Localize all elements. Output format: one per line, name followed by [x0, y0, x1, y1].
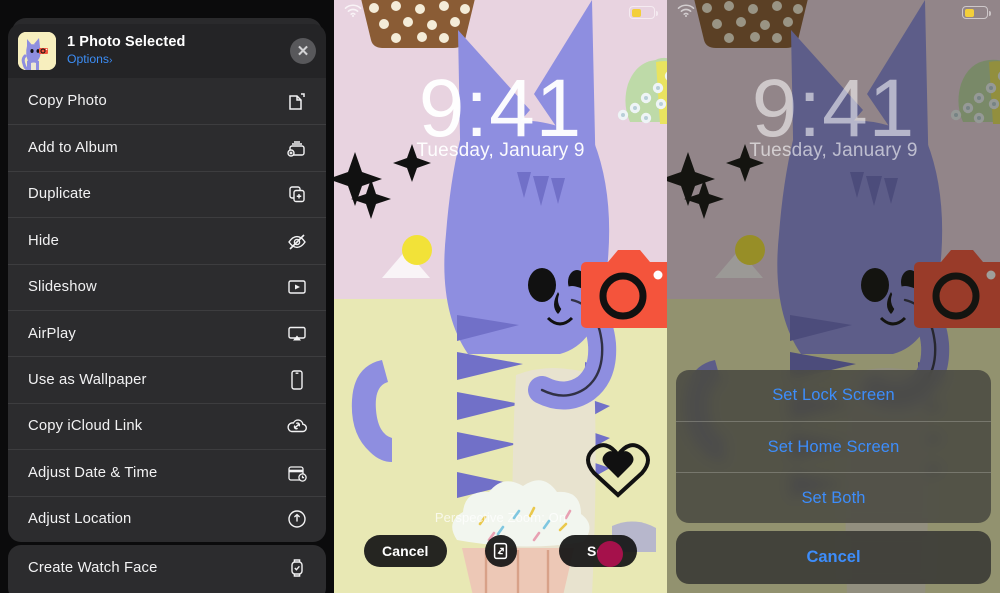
- action-set-both[interactable]: Set Both: [676, 472, 991, 523]
- wifi-icon: [344, 4, 362, 22]
- action-sheet-options: Set Lock Screen Set Home Screen Set Both: [676, 370, 991, 523]
- share-menu-group-primary: Copy Photo Add to Album Duplicate Hide S…: [8, 78, 326, 542]
- menu-item-airplay[interactable]: AirPlay: [8, 309, 326, 356]
- calendar-clock-icon: [284, 460, 310, 486]
- share-menu-group-secondary: Create Watch Face: [8, 545, 326, 593]
- location-info-icon: [284, 506, 310, 532]
- slideshow-play-icon: [284, 274, 310, 300]
- menu-item-duplicate[interactable]: Duplicate: [8, 170, 326, 217]
- add-to-album-icon: [284, 135, 310, 161]
- menu-item-use-as-wallpaper[interactable]: Use as Wallpaper: [8, 356, 326, 402]
- share-sheet-header: 1 Photo Selected Options› ✕: [8, 24, 326, 78]
- action-set-home-screen[interactable]: Set Home Screen: [676, 421, 991, 472]
- wallpaper-controls: Cancel Set: [334, 535, 667, 567]
- share-sheet-panel: 1 Photo Selected Options› ✕ Copy Photo A: [0, 0, 334, 593]
- chevron-right-icon: ›: [109, 54, 113, 66]
- menu-item-adjust-location[interactable]: Adjust Location: [8, 495, 326, 542]
- status-bar: [667, 0, 1000, 26]
- menu-item-label: AirPlay: [28, 325, 76, 342]
- menu-item-hide[interactable]: Hide: [8, 217, 326, 263]
- lockscreen-clock: 9:41: [751, 63, 916, 154]
- lockscreen-clock: 9:41: [418, 63, 583, 154]
- menu-item-label: Copy iCloud Link: [28, 418, 143, 435]
- menu-item-adjust-date-time[interactable]: Adjust Date & Time: [8, 449, 326, 495]
- menu-item-copy-icloud-link[interactable]: Copy iCloud Link: [8, 402, 326, 449]
- battery-low-power-icon: [629, 6, 658, 19]
- close-icon: ✕: [296, 42, 310, 60]
- lockscreen-date: Tuesday, January 9: [749, 140, 918, 161]
- close-button[interactable]: ✕: [290, 38, 316, 64]
- share-sheet-header-text: 1 Photo Selected Options›: [67, 34, 185, 68]
- wallpaper-canvas: 9:41 Tuesday, January 9 Perspective Zoom…: [334, 0, 667, 593]
- home-indicator-dot: [597, 541, 623, 567]
- selection-count-label: 1 Photo Selected: [67, 34, 186, 50]
- menu-item-label: Slideshow: [28, 279, 97, 296]
- action-set-lock-screen[interactable]: Set Lock Screen: [676, 370, 991, 421]
- menu-item-create-watch-face[interactable]: Create Watch Face: [8, 545, 326, 591]
- menu-item-label: Create Watch Face: [28, 560, 158, 577]
- action-sheet-cancel-button[interactable]: Cancel: [676, 531, 991, 584]
- menu-item-label: Hide: [28, 232, 60, 249]
- perspective-zoom-toggle-button[interactable]: [484, 535, 517, 567]
- wallpaper-preview-panel[interactable]: 9:41 Tuesday, January 9 Perspective Zoom…: [334, 0, 667, 593]
- menu-item-slideshow[interactable]: Slideshow: [8, 263, 326, 310]
- menu-item-label: Copy Photo: [28, 93, 107, 110]
- iphone-icon: [284, 367, 310, 393]
- set-wallpaper-action-sheet: Set Lock Screen Set Home Screen Set Both…: [676, 370, 991, 584]
- duplicate-icon: [284, 181, 310, 207]
- cat-with-camera-thumbnail-icon: [18, 32, 56, 70]
- copy-photo-icon: [284, 88, 310, 114]
- menu-item-label: Add to Album: [28, 140, 118, 157]
- wallpaper-set-panel[interactable]: 9:41 Tuesday, January 9 Set Lock Screen …: [667, 0, 1000, 593]
- perspective-zoom-label: Perspective Zoom: On: [434, 510, 567, 525]
- lockscreen-date: Tuesday, January 9: [416, 140, 585, 161]
- photo-thumbnail[interactable]: [18, 32, 56, 70]
- icloud-link-icon: [284, 413, 310, 439]
- menu-item-label: Adjust Location: [28, 511, 132, 528]
- options-label: Options: [67, 52, 110, 66]
- menu-item-label: Use as Wallpaper: [28, 372, 147, 389]
- hide-eye-slash-icon: [284, 228, 310, 254]
- menu-item-add-to-album[interactable]: Add to Album: [8, 124, 326, 170]
- options-link[interactable]: Options›: [67, 52, 185, 68]
- cancel-button[interactable]: Cancel: [364, 535, 447, 567]
- status-bar: [334, 0, 667, 26]
- airplay-icon: [284, 321, 310, 347]
- screen-root: 1 Photo Selected Options› ✕ Copy Photo A: [0, 0, 1000, 593]
- perspective-zoom-icon: [493, 542, 508, 560]
- menu-item-label: Duplicate: [28, 186, 92, 203]
- watch-face-icon: [284, 555, 310, 581]
- battery-low-power-icon: [962, 6, 991, 19]
- menu-item-label: Adjust Date & Time: [28, 464, 158, 481]
- menu-item-copy-photo[interactable]: Copy Photo: [8, 78, 326, 124]
- wifi-icon: [677, 4, 695, 22]
- wallpaper-canvas-dimmed: 9:41 Tuesday, January 9 Set Lock Screen …: [667, 0, 1000, 593]
